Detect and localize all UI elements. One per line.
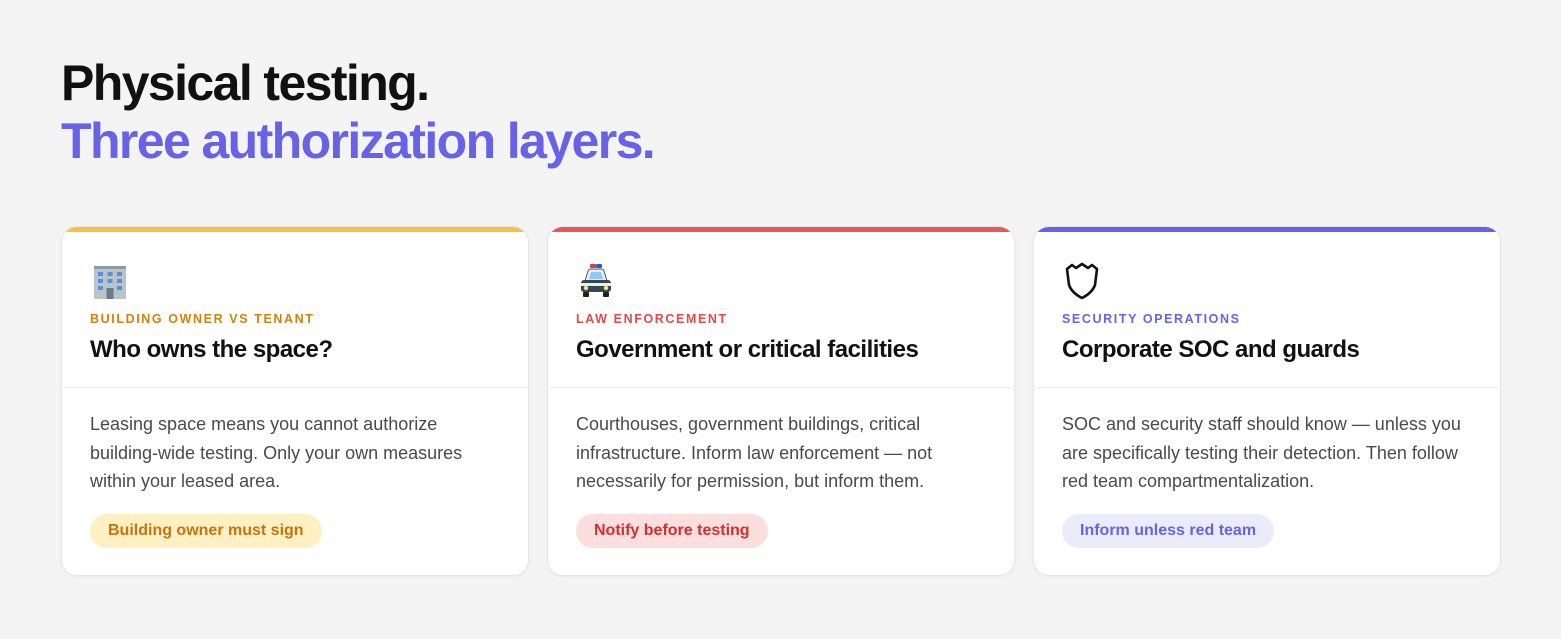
card-eyebrow: BUILDING OWNER VS TENANT — [90, 312, 315, 326]
status-badge: Notify before testing — [576, 514, 768, 548]
page-title: Physical testing. Three authorization la… — [61, 54, 1500, 170]
card-security-operations: SECURITY OPERATIONS Corporate SOC and gu… — [1033, 226, 1501, 576]
office-building-icon — [90, 261, 130, 301]
card-description: Courthouses, government buildings, criti… — [576, 414, 933, 491]
page-title-line-1: Physical testing. — [61, 55, 430, 111]
card-building-owner: BUILDING OWNER VS TENANT Who owns the sp… — [61, 226, 529, 576]
card-body: Leasing space means you cannot authorize… — [62, 388, 528, 548]
police-car-icon — [576, 261, 616, 301]
status-badge: Building owner must sign — [90, 514, 322, 548]
card-description: SOC and security staff should know — unl… — [1062, 414, 1461, 491]
card-header: SECURITY OPERATIONS Corporate SOC and gu… — [1034, 227, 1500, 388]
card-title: Corporate SOC and guards — [1062, 336, 1360, 363]
card-header: BUILDING OWNER VS TENANT Who owns the sp… — [62, 227, 528, 388]
card-header: LAW ENFORCEMENT Government or critical f… — [548, 227, 1014, 388]
card-description: Leasing space means you cannot authorize… — [90, 414, 463, 491]
card-list: BUILDING OWNER VS TENANT Who owns the sp… — [61, 226, 1501, 576]
card-accent-bar — [1034, 227, 1500, 232]
card-title: Who owns the space? — [90, 336, 333, 363]
shield-icon — [1062, 261, 1102, 301]
page-title-line-2: Three authorization layers. — [61, 113, 656, 169]
card-body: SOC and security staff should know — unl… — [1034, 388, 1500, 548]
card-eyebrow: LAW ENFORCEMENT — [576, 312, 728, 326]
card-eyebrow: SECURITY OPERATIONS — [1062, 312, 1241, 326]
card-title: Government or critical facilities — [576, 336, 919, 363]
card-law-enforcement: LAW ENFORCEMENT Government or critical f… — [547, 226, 1015, 576]
status-badge: Inform unless red team — [1062, 514, 1275, 548]
card-accent-bar — [548, 227, 1014, 232]
card-accent-bar — [62, 227, 528, 232]
card-body: Courthouses, government buildings, criti… — [548, 388, 1014, 548]
page: Physical testing. Three authorization la… — [0, 0, 1561, 639]
